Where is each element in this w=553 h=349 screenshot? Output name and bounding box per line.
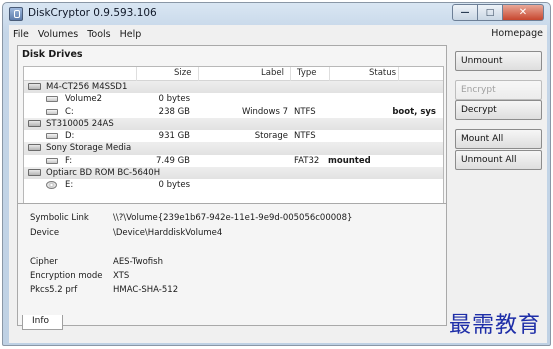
info-value-device: \Device\HarddiskVolume4 <box>113 228 223 238</box>
tab-strip: Info <box>17 315 447 339</box>
maximize-icon: □ <box>485 7 495 18</box>
close-icon: ✕ <box>518 7 528 18</box>
disk-row[interactable]: M4-CT256 M4SSD1 <box>24 81 443 94</box>
minimize-icon: — <box>460 7 470 18</box>
disk-name: Optiarc BD ROM BC-5640H <box>46 168 161 179</box>
disk-name: ST310005 24AS <box>46 118 114 129</box>
encrypt-button[interactable]: Encrypt <box>455 80 542 100</box>
volume-size: 7.49 GB <box>155 155 190 166</box>
info-value-encryption-mode: XTS <box>113 271 130 281</box>
disk-drives-title: Disk Drives <box>22 49 83 60</box>
title-bar[interactable]: DiskCryptor 0.9.593.106 — □ ✕ <box>3 3 550 25</box>
column-separator[interactable] <box>136 67 137 81</box>
volume-icon <box>46 133 58 140</box>
volume-name: F: <box>65 155 73 166</box>
app-window: DiskCryptor 0.9.593.106 — □ ✕ File Volum… <box>2 2 551 346</box>
volume-name: C: <box>65 106 74 117</box>
mount-all-button[interactable]: Mount All <box>455 129 542 149</box>
info-value-pkcs-prf: HMAC-SHA-512 <box>113 285 179 295</box>
list-header: Size Label Type Status <box>24 67 443 81</box>
menu-help[interactable]: Help <box>120 29 142 40</box>
volume-icon <box>46 157 58 164</box>
minimize-button[interactable]: — <box>452 4 478 21</box>
action-buttons: Unmount Encrypt Decrypt Mount All Unmoun… <box>455 25 545 340</box>
watermark-text: 最需教育 <box>448 313 541 338</box>
volume-row[interactable]: F: 7.49 GB FAT32 mounted <box>24 155 443 167</box>
maximize-button[interactable]: □ <box>478 4 503 21</box>
info-value-symbolic-link: \\?\Volume{239e1b67-942e-11e1-9e9d-00505… <box>113 213 353 223</box>
volume-icon <box>46 108 58 115</box>
disk-row[interactable]: Optiarc BD ROM BC-5640H <box>24 167 443 180</box>
volume-row[interactable]: Volume2 0 bytes <box>24 93 443 105</box>
client-area: File Volumes Tools Help Homepage Disk Dr… <box>9 25 547 343</box>
volume-size: 238 GB <box>158 106 190 117</box>
volume-name: Volume2 <box>65 94 103 105</box>
cd-icon <box>46 181 57 190</box>
column-label[interactable]: Label <box>261 68 284 78</box>
info-key-device: Device <box>30 228 60 238</box>
info-key-cipher: Cipher <box>30 257 58 267</box>
column-separator[interactable] <box>329 67 330 81</box>
info-key-pkcs-prf: Pkcs5.2 prf <box>30 285 78 295</box>
column-separator[interactable] <box>398 67 399 81</box>
volume-label: Windows 7 <box>241 106 288 117</box>
unmount-all-button[interactable]: Unmount All <box>455 150 542 170</box>
menu-volumes[interactable]: Volumes <box>38 29 78 40</box>
column-separator[interactable] <box>290 67 291 81</box>
column-type[interactable]: Type <box>297 68 317 78</box>
volume-row[interactable]: E: 0 bytes <box>24 179 443 191</box>
volume-name: D: <box>65 131 75 142</box>
column-separator[interactable] <box>198 67 199 81</box>
window-title: DiskCryptor 0.9.593.106 <box>28 7 157 19</box>
volume-row[interactable]: C: 238 GB Windows 7 NTFS boot, sys <box>24 106 443 118</box>
info-key-symbolic-link: Symbolic Link <box>30 213 89 223</box>
disk-row[interactable]: Sony Storage Media <box>24 142 443 155</box>
drives-list[interactable]: Size Label Type Status M4-CT256 M4SSD1 V… <box>23 66 444 216</box>
volume-size: 931 GB <box>158 131 190 142</box>
menu-tools[interactable]: Tools <box>87 29 110 40</box>
volume-label: Storage <box>254 131 288 142</box>
volume-type: NTFS <box>294 131 316 142</box>
disk-row[interactable]: ST310005 24AS <box>24 117 443 131</box>
decrypt-button[interactable]: Decrypt <box>455 100 542 120</box>
disk-name: M4-CT256 M4SSD1 <box>46 82 128 92</box>
column-size[interactable]: Size <box>174 68 191 78</box>
volume-type: FAT32 <box>294 155 320 166</box>
tab-info[interactable]: Info <box>22 315 63 330</box>
hdd-icon <box>28 144 41 152</box>
disk-drives-panel: Disk Drives Size Label Type Status M4-CT <box>17 45 447 220</box>
volume-icon <box>46 96 58 103</box>
disk-name: Sony Storage Media <box>46 143 132 154</box>
info-value-cipher: AES-Twofish <box>113 257 163 267</box>
hdd-icon <box>28 83 41 90</box>
unmount-button[interactable]: Unmount <box>455 51 542 71</box>
caption-buttons: — □ ✕ <box>452 4 544 21</box>
info-panel: Symbolic Link \\?\Volume{239e1b67-942e-1… <box>17 203 447 326</box>
volume-size: 0 bytes <box>158 180 190 191</box>
hdd-icon <box>28 119 41 127</box>
volume-row[interactable]: D: 931 GB Storage NTFS <box>24 130 443 142</box>
close-button[interactable]: ✕ <box>503 4 544 21</box>
volume-type: NTFS <box>294 106 316 117</box>
app-icon <box>9 7 23 21</box>
hdd-icon <box>28 169 41 177</box>
menu-file[interactable]: File <box>13 29 29 40</box>
info-key-encryption-mode: Encryption mode <box>30 271 103 281</box>
volume-status: boot, sys <box>392 106 436 117</box>
volume-size: 0 bytes <box>158 94 190 105</box>
volume-status: mounted <box>328 155 371 166</box>
column-status[interactable]: Status <box>369 68 396 78</box>
volume-name: E: <box>65 180 74 191</box>
